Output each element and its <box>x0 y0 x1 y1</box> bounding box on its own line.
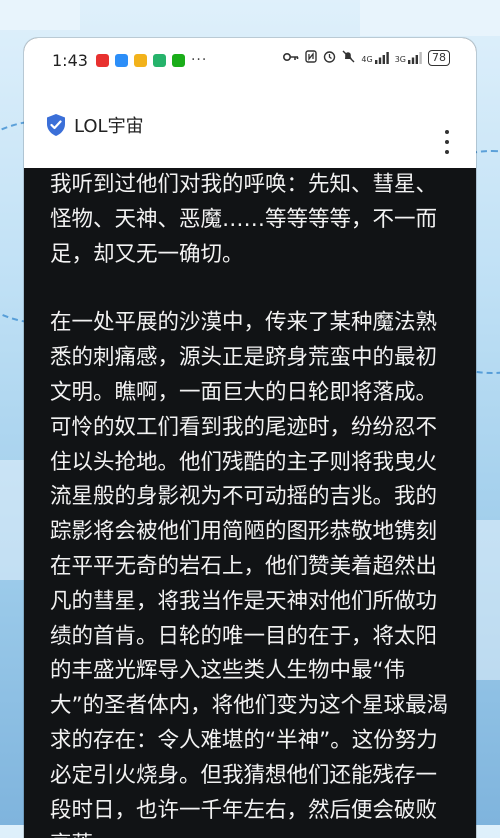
more-vertical-icon[interactable] <box>444 130 450 154</box>
article-body: 我听到过他们对我的呼唤：先知、彗星、怪物、天神、恶魔……等等等等，不一而足，却又… <box>24 168 476 838</box>
phone-screen: 1:43 ··· 4G 3G 78 LOL宇宙 我听到过他们对我的呼唤：先知、彗… <box>24 38 476 838</box>
shield-check-icon <box>46 114 66 136</box>
notification-mail-icon <box>133 53 147 67</box>
page-title: LOL宇宙 <box>74 116 144 137</box>
notification-wechat-icon <box>171 53 185 67</box>
status-time: 1:43 <box>52 50 88 70</box>
article-paragraph: 我听到过他们对我的呼唤：先知、彗星、怪物、天神、恶魔……等等等等，不一而足，却又… <box>50 172 438 267</box>
notification-message-icon <box>114 53 128 67</box>
signal-4g-icon: 4G <box>361 52 389 64</box>
notification-app-icon <box>95 53 109 67</box>
system-indicators: 4G 3G 78 <box>283 50 450 66</box>
article-paragraph: 在一处平展的沙漠中，传来了某种魔法熟悉的刺痛感，源头正是跻身荒蛮中的最初文明。瞧… <box>50 310 449 838</box>
notification-icons <box>95 53 185 67</box>
more-notifications-indicator: ··· <box>190 52 208 68</box>
alarm-icon <box>323 50 336 66</box>
battery-indicator: 78 <box>428 50 450 66</box>
nfc-icon <box>305 50 318 66</box>
signal-3g-icon: 3G <box>395 52 422 64</box>
notification-game-icon <box>152 53 166 67</box>
key-icon <box>283 52 299 65</box>
app-header: LOL宇宙 <box>24 82 476 168</box>
status-bar: 1:43 ··· 4G 3G 78 <box>24 38 476 82</box>
mute-icon <box>342 50 355 66</box>
